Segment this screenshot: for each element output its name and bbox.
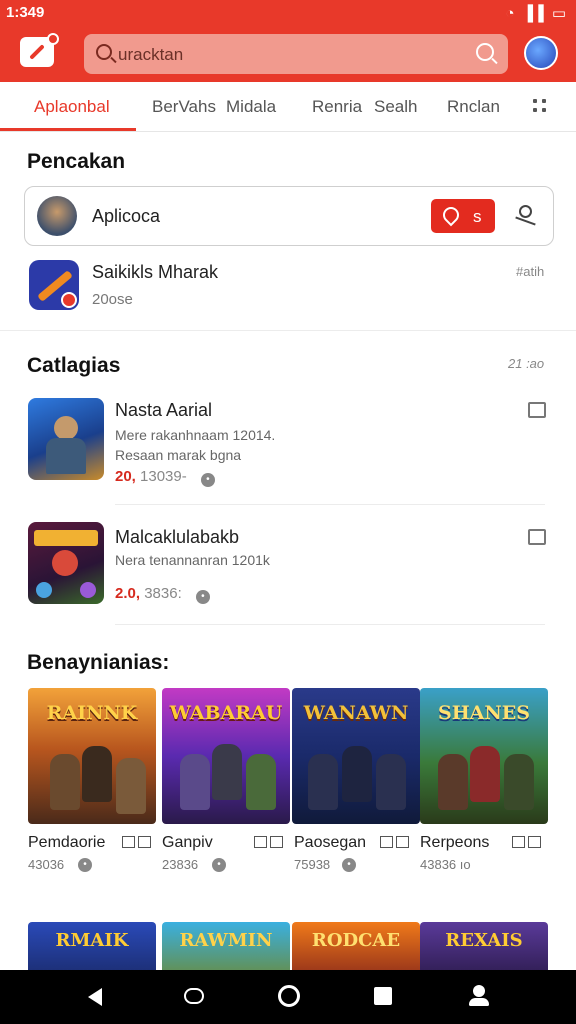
game-name[interactable]: Pemdaorie: [28, 834, 105, 852]
tab-sealh[interactable]: Sealh: [374, 97, 417, 117]
active-tab-indicator: [0, 128, 136, 131]
home-icon[interactable]: [278, 985, 300, 1007]
featured-app-sub: 20ose: [92, 291, 133, 308]
game-name[interactable]: Paosegan: [294, 834, 366, 852]
list-item-desc: Resaan marak bgna: [115, 447, 242, 463]
list-item-icon[interactable]: [28, 398, 104, 480]
list-item-title[interactable]: Nasta Aarial: [115, 400, 212, 421]
account-icon[interactable]: [469, 985, 489, 1007]
location-action-button[interactable]: s: [431, 199, 495, 233]
game-actions-icon[interactable]: [380, 836, 412, 850]
logo-icon: [29, 44, 45, 60]
coin-icon: •: [195, 590, 210, 604]
search-submit-icon[interactable]: [476, 43, 494, 61]
game-tile-title: WANAWN: [303, 702, 409, 724]
game-tile[interactable]: WABARAU: [162, 688, 290, 824]
tab-aplaonbal[interactable]: Aplaonbal: [34, 97, 110, 117]
game-actions-icon[interactable]: [254, 836, 286, 850]
app-name: Aplicoca: [92, 206, 161, 226]
app-avatar: [37, 196, 77, 236]
game-name[interactable]: Ganpiv: [162, 834, 213, 852]
game-tile-title: SHANES: [438, 702, 530, 724]
game-price: 23836: [162, 857, 199, 872]
wifi-icon: ◔: [505, 4, 515, 22]
coin-icon: •: [200, 473, 215, 487]
game-tile-title: RMAIK: [55, 930, 129, 951]
price-value: 13039-: [140, 468, 187, 485]
game-name[interactable]: Rerpeons: [420, 834, 489, 852]
app-header: 1:349 ◔ ▐▐ ▭ uracktan: [0, 0, 576, 82]
categories-title: Catlagias: [27, 354, 121, 377]
search-input[interactable]: uracktan: [118, 45, 183, 65]
back-icon[interactable]: [88, 988, 102, 1006]
game-price: 75938: [294, 857, 331, 872]
grid-menu-icon[interactable]: [533, 99, 547, 113]
divider: [115, 504, 545, 505]
featured-app-icon[interactable]: [29, 260, 79, 310]
coin-icon: •: [342, 858, 356, 872]
pin-icon: [439, 203, 463, 227]
list-item-price: 20, 13039- •: [115, 468, 215, 487]
game-tile-title: RAWMIN: [179, 930, 273, 951]
game-tile[interactable]: SHANES: [420, 688, 548, 824]
recents-icon[interactable]: [374, 987, 392, 1005]
list-item-price: 2.0, 3836: •: [115, 585, 210, 604]
featured-app-name[interactable]: Saikikls Mharak: [92, 262, 218, 283]
search-icon: [96, 44, 112, 60]
tab-renria[interactable]: Renria: [312, 97, 362, 117]
game-tile-title: WABARAU: [169, 702, 283, 724]
price-value: 3836:: [144, 585, 182, 602]
price-highlight: 20,: [115, 468, 136, 485]
price-highlight: 2.0,: [115, 585, 141, 602]
list-item-desc: Nera tenannanran 1201k: [115, 552, 270, 568]
featured-badge: [61, 292, 77, 308]
list-item-desc: Mere rakanhnaam 12014.: [115, 427, 276, 443]
tab-rnclan[interactable]: Rnclan: [447, 97, 500, 117]
game-tile-title: REXAIS: [445, 930, 523, 951]
game-tile-title: RODCAE: [311, 930, 401, 951]
notification-badge: [47, 33, 59, 45]
recommendations-title: Benaynianias:: [27, 651, 170, 674]
search-section-title: Pencakan: [27, 150, 126, 173]
share-icon[interactable]: [528, 402, 546, 418]
divider: [115, 624, 545, 625]
app-search-row[interactable]: Aplicoca s: [24, 186, 554, 246]
system-nav-bar: [0, 970, 576, 1024]
game-price: 43036: [28, 857, 65, 872]
tab-bervahs[interactable]: BerVahs: [152, 97, 216, 117]
tab-midala[interactable]: Midala: [226, 97, 276, 117]
game-actions-icon[interactable]: [122, 836, 154, 850]
game-actions-icon[interactable]: [512, 836, 544, 850]
signal-icon: ▐▐: [522, 4, 544, 22]
category-tabs: Aplaonbal BerVahs Midala Renria Sealh Rn…: [0, 84, 576, 132]
app-logo-button[interactable]: [20, 33, 59, 67]
user-search-icon[interactable]: [515, 205, 537, 227]
search-bar[interactable]: uracktan: [84, 34, 508, 74]
battery-icon: ▭: [551, 5, 566, 22]
status-bar: 1:349 ◔ ▐▐ ▭: [0, 0, 576, 26]
game-tile[interactable]: RAINNK: [28, 688, 156, 824]
coin-icon: •: [212, 858, 226, 872]
game-tile-title: RAINNK: [46, 702, 138, 724]
bookmark-icon[interactable]: [528, 529, 546, 545]
game-tile[interactable]: WANAWN: [292, 688, 420, 824]
coin-icon: •: [78, 858, 92, 872]
featured-app-tag: #atih: [516, 264, 545, 279]
list-item-title[interactable]: Malcaklulabakb: [115, 527, 239, 548]
list-item-icon[interactable]: [28, 522, 104, 604]
assistant-icon[interactable]: [184, 988, 204, 1004]
categories-meta: 21 :ao: [508, 356, 545, 371]
game-price: 43836 ıo: [420, 857, 471, 872]
profile-avatar[interactable]: [524, 36, 558, 70]
status-time: 1:349: [6, 4, 45, 21]
divider: [0, 330, 576, 331]
status-icons: ◔ ▐▐ ▭: [505, 4, 566, 23]
action-label: s: [473, 207, 482, 226]
